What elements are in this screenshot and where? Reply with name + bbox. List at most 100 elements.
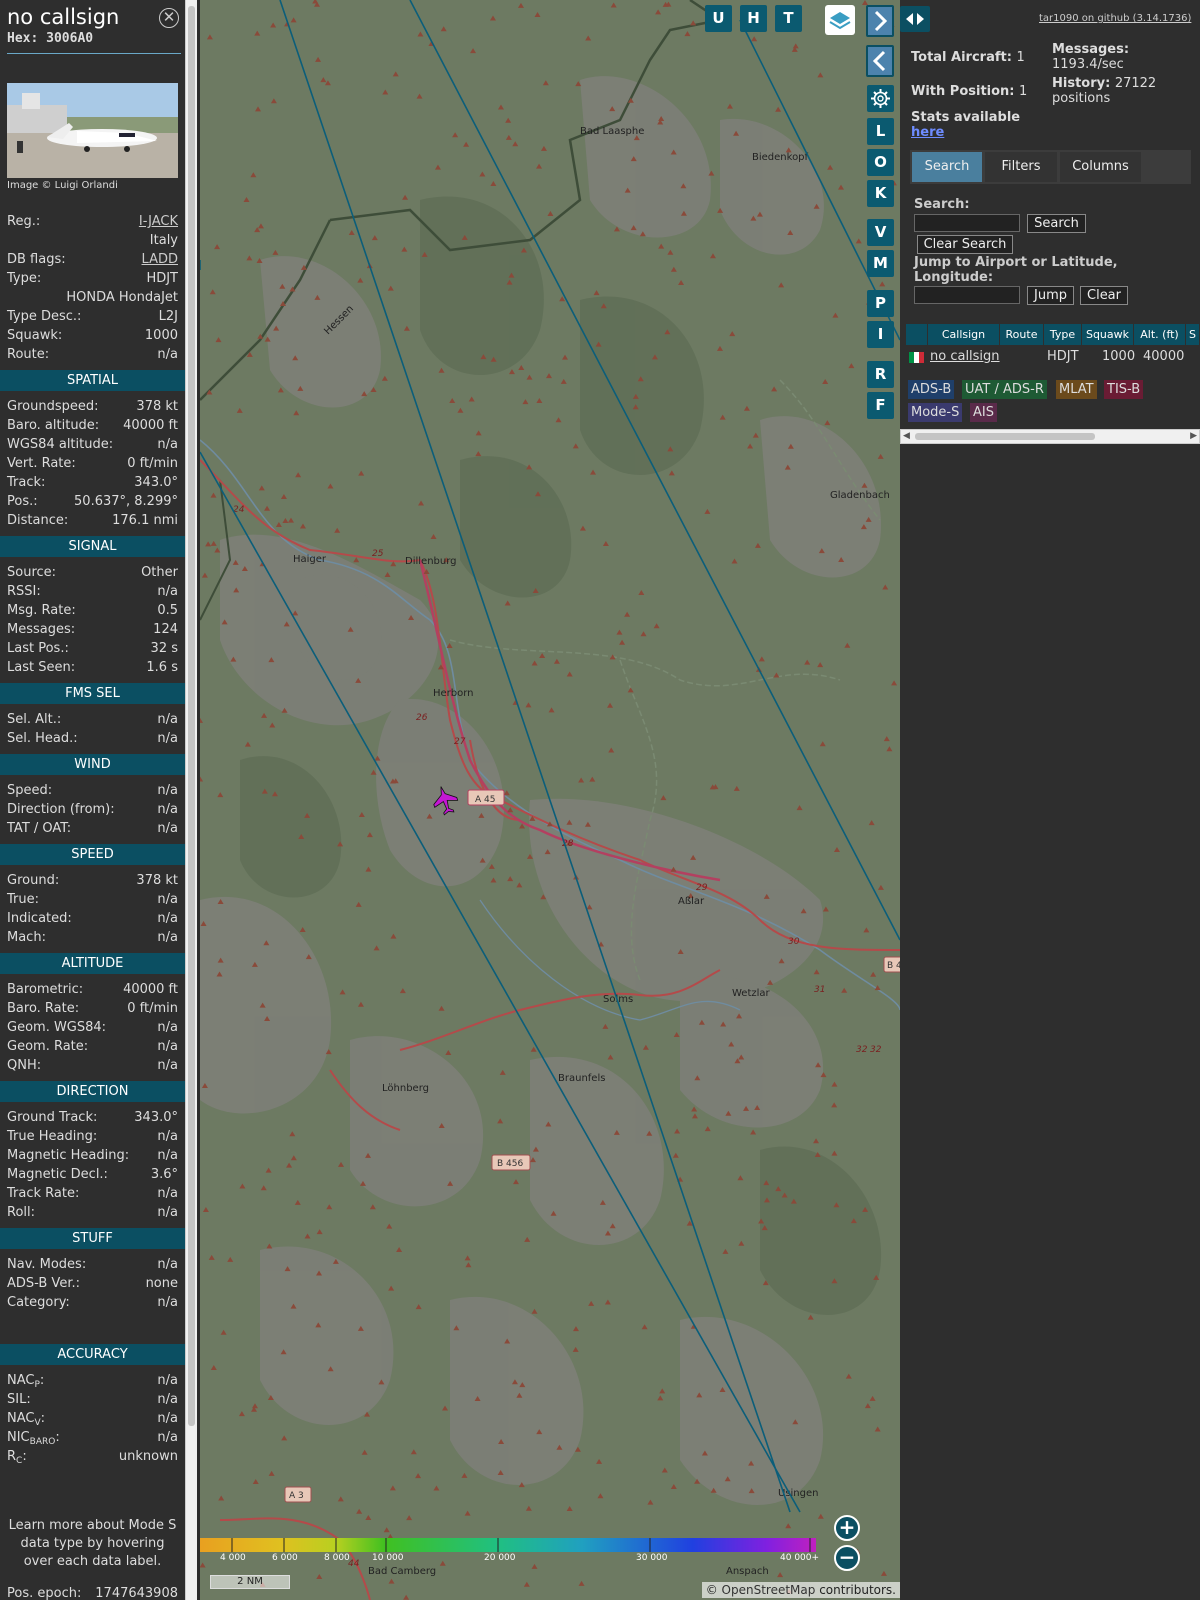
toggle-f-button[interactable]: F [867, 392, 894, 419]
toggle-r-button[interactable]: R [867, 361, 894, 388]
info-row: QNH: n/a [7, 1058, 178, 1076]
info-value: 343.0° [134, 475, 178, 490]
info-value: 378 kt [136, 399, 178, 414]
tab-columns[interactable]: Columns [1060, 152, 1141, 182]
tab-filters[interactable]: Filters [985, 152, 1057, 182]
section-header-signal[interactable]: SIGNAL [0, 536, 185, 557]
info-value[interactable]: I-JACK [139, 214, 178, 229]
history-unit: positions [1052, 91, 1111, 106]
osm-link[interactable]: OpenStreetMap [722, 1583, 816, 1597]
alt-legend-label: 4 000 [220, 1553, 246, 1563]
info-label-colon: : [55, 1430, 60, 1445]
toggle-t-button[interactable]: T [775, 5, 802, 32]
table-horizontal-scrollbar[interactable]: ◀ ▶ [900, 429, 1200, 444]
info-label-colon: : [22, 1449, 27, 1464]
map-label-bad-laasphe: Bad Laasphe [580, 126, 644, 137]
aircraft-photo[interactable] [7, 83, 178, 178]
info-value: n/a [157, 892, 178, 907]
attribution-prefix: © [705, 1583, 718, 1597]
svg-text:B 4: B 4 [887, 961, 900, 971]
clear-button[interactable]: Clear [1080, 286, 1128, 305]
tab-search[interactable]: Search [912, 152, 982, 182]
map-view[interactable]: Bad Laasphe Biedenkopf Gladenbach Haiger… [200, 0, 900, 1600]
toggle-o-button[interactable]: O [867, 149, 894, 176]
col-header-route[interactable]: Route [1000, 324, 1044, 345]
section-header-fms-sel[interactable]: FMS SEL [0, 683, 185, 704]
toggle-k-button[interactable]: K [867, 180, 894, 207]
col-header-type[interactable]: Type [1044, 324, 1082, 345]
info-label-text: Last Seen: [7, 660, 76, 675]
scroll-right-icon[interactable]: ▶ [1190, 430, 1197, 443]
toggle-v-button[interactable]: V [867, 219, 894, 246]
info-label-subscript: BARO [29, 1437, 56, 1447]
hex-label: Hex: [7, 31, 39, 46]
stats-link[interactable]: here [911, 125, 944, 140]
section-header-wind[interactable]: WIND [0, 754, 185, 775]
divider [7, 53, 181, 54]
info-label-text: Type Desc.: [7, 309, 82, 324]
toggle-u-button[interactable]: U [705, 5, 732, 32]
info-row: Last Pos.: 32 s [7, 641, 178, 659]
pos-epoch-row: Pos. epoch: 1747643908 [7, 1586, 178, 1600]
jump-input[interactable] [914, 286, 1020, 304]
source-chip-ais[interactable]: AIS [970, 403, 997, 422]
info-value: n/a [157, 1392, 178, 1407]
info-value[interactable]: LADD [142, 252, 178, 267]
toggle-m-button[interactable]: M [867, 250, 894, 277]
col-header-altitude[interactable]: Alt. (ft) [1134, 324, 1186, 345]
map-label-wetzlar: Wetzlar [732, 988, 771, 999]
jump-button[interactable]: Jump [1027, 286, 1074, 305]
hex-code: Hex: 3006A0 [7, 31, 93, 46]
scrollbar-thumb[interactable] [915, 433, 1095, 440]
layers-button[interactable] [825, 5, 855, 35]
source-chip-mode-s[interactable]: Mode-S [908, 403, 963, 422]
toggle-sidebar-button[interactable] [900, 6, 930, 32]
row-callsign[interactable]: no callsign [930, 349, 1000, 364]
toggle-l-button[interactable]: L [867, 118, 894, 145]
split-arrows-icon [906, 13, 924, 25]
info-label-text: Last Pos.: [7, 641, 69, 656]
source-chip-ads-b[interactable]: ADS-B [908, 380, 955, 399]
zoom-out-button[interactable]: − [834, 1545, 860, 1571]
info-label: Track: [7, 475, 45, 490]
info-value: n/a [157, 1186, 178, 1201]
version-link[interactable]: tar1090 on github (3.14.1736) [1039, 13, 1191, 24]
info-value: n/a [157, 437, 178, 452]
section-header-stuff[interactable]: STUFF [0, 1228, 185, 1249]
close-icon[interactable]: ✕ [159, 8, 179, 28]
info-scrollbar[interactable] [185, 0, 197, 1600]
search-input[interactable] [914, 214, 1020, 232]
source-chip-tis-b[interactable]: TIS-B [1104, 380, 1144, 399]
section-header-spatial[interactable]: SPATIAL [0, 370, 185, 391]
info-label-text: NAC [7, 1373, 35, 1388]
collapse-left-button[interactable] [866, 45, 894, 77]
pos-epoch-label: Pos. epoch: [7, 1586, 82, 1600]
info-label-text: ADS-B Ver.: [7, 1276, 80, 1291]
history-stat: History: 27122 positions [1052, 76, 1156, 106]
info-label: WGS84 altitude: [7, 437, 113, 452]
toggle-p-button[interactable]: P [867, 290, 894, 317]
section-header-accuracy[interactable]: ACCURACY [0, 1344, 185, 1365]
info-row: Mach: n/a [7, 930, 178, 948]
col-header-speed[interactable]: S [1186, 324, 1200, 345]
col-header-squawk[interactable]: Squawk [1082, 324, 1134, 345]
source-chip-mlat[interactable]: MLAT [1056, 380, 1097, 399]
map-tiles[interactable]: Bad Laasphe Biedenkopf Gladenbach Haiger… [200, 0, 900, 1600]
section-header-direction[interactable]: DIRECTION [0, 1081, 185, 1102]
scrollbar-thumb[interactable] [188, 6, 195, 1426]
settings-button[interactable] [867, 85, 894, 112]
clear-search-button[interactable]: Clear Search [917, 235, 1013, 254]
info-label-text: Category: [7, 1295, 70, 1310]
search-button[interactable]: Search [1027, 214, 1086, 233]
source-chip-uat-ads-r[interactable]: UAT / ADS-R [962, 380, 1047, 399]
section-header-altitude[interactable]: ALTITUDE [0, 953, 185, 974]
col-header-flag[interactable] [906, 324, 928, 345]
toggle-h-button[interactable]: H [740, 5, 767, 32]
toggle-i-button[interactable]: I [867, 321, 894, 348]
jump-label: Jump to Airport or Latitude, Longitude: [914, 255, 1118, 285]
scroll-left-icon[interactable]: ◀ [903, 430, 910, 443]
expand-right-button[interactable] [866, 5, 894, 37]
zoom-in-button[interactable]: + [834, 1515, 860, 1541]
col-header-callsign[interactable]: Callsign [928, 324, 1000, 345]
section-header-speed[interactable]: SPEED [0, 844, 185, 865]
